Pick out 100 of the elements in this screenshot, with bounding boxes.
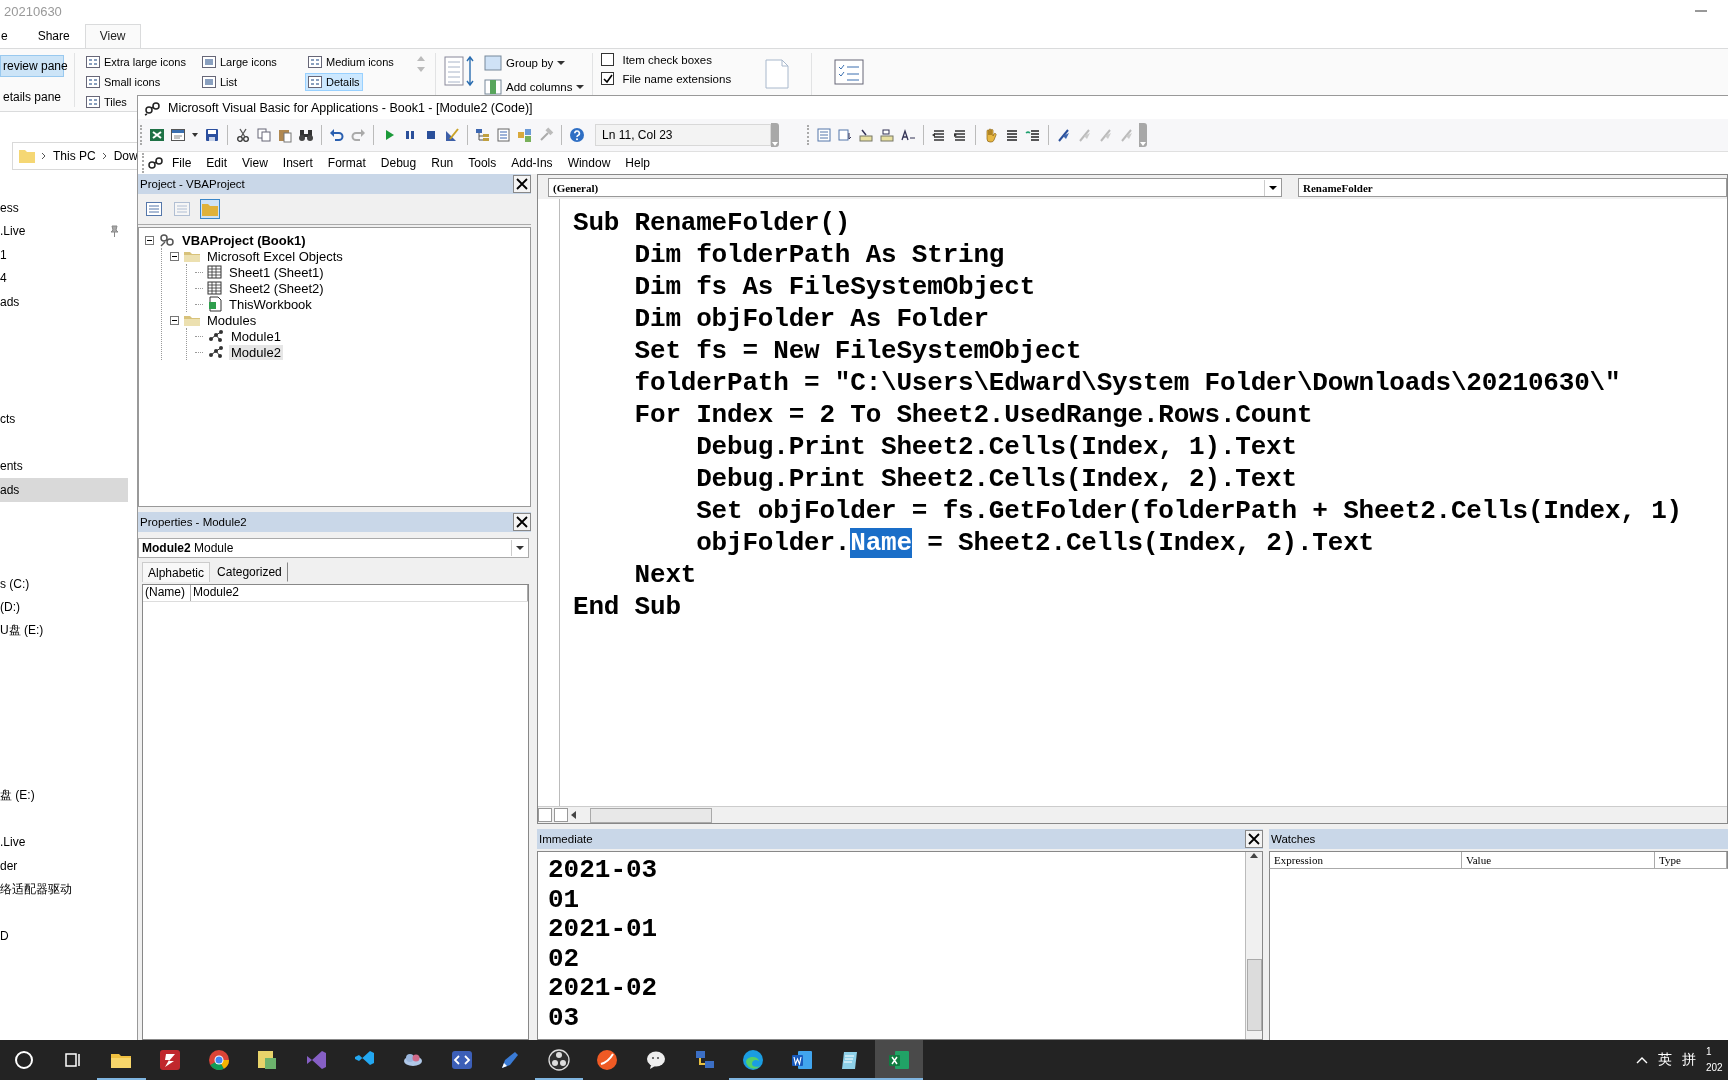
pin-icon[interactable] bbox=[108, 225, 120, 238]
nav-item[interactable]: cts bbox=[0, 407, 128, 431]
property-value[interactable]: Module2 bbox=[191, 585, 528, 601]
layout-option[interactable]: Small icons bbox=[83, 73, 164, 91]
menu-item[interactable]: Tools bbox=[461, 155, 505, 171]
scissors-icon[interactable] bbox=[235, 127, 251, 143]
tree-item[interactable]: Sheet2 (Sheet2) bbox=[227, 280, 326, 296]
tree-item[interactable]: Modules bbox=[205, 312, 259, 328]
menu-item[interactable]: Run bbox=[424, 155, 462, 171]
tree-item[interactable]: Module2 bbox=[229, 344, 283, 360]
nav-item[interactable]: ents bbox=[0, 454, 128, 478]
menu-item[interactable]: Window bbox=[560, 155, 619, 171]
pane-button[interactable]: etails pane bbox=[0, 86, 64, 108]
layout-option[interactable]: Medium icons bbox=[305, 53, 397, 71]
close-button[interactable] bbox=[513, 513, 531, 531]
menu-item[interactable]: View bbox=[235, 155, 276, 171]
caret-icon[interactable] bbox=[576, 84, 585, 90]
layout-option[interactable]: Details bbox=[305, 73, 363, 91]
menu-item[interactable]: Insert bbox=[275, 155, 321, 171]
view-icon[interactable] bbox=[86, 56, 100, 68]
spreadsheet-icon[interactable] bbox=[149, 127, 165, 143]
nav-item[interactable]: 1 bbox=[0, 243, 128, 267]
layout-option[interactable]: Extra large icons bbox=[83, 53, 189, 71]
menu-item[interactable]: Add-Ins bbox=[504, 155, 561, 171]
help-icon[interactable] bbox=[569, 127, 585, 143]
tree-item[interactable]: Module1 bbox=[229, 328, 283, 344]
column-header[interactable]: Value bbox=[1462, 852, 1655, 868]
collapse-icon[interactable] bbox=[170, 251, 179, 261]
view-icon[interactable] bbox=[308, 76, 322, 88]
checkbox[interactable] bbox=[601, 53, 615, 66]
ribbon-tab[interactable]: View bbox=[84, 24, 141, 48]
project-tree-icon[interactable] bbox=[475, 127, 491, 143]
layout-option[interactable]: List bbox=[199, 73, 241, 91]
undo-icon[interactable] bbox=[329, 127, 345, 143]
procedure-dropdown[interactable]: RenameFolder bbox=[1298, 178, 1727, 197]
procedure-view-button[interactable] bbox=[538, 808, 552, 822]
binoculars-icon[interactable] bbox=[298, 127, 314, 143]
list-arrow-icon[interactable] bbox=[837, 127, 853, 143]
menu-item[interactable]: File bbox=[165, 155, 200, 171]
view-icon[interactable] bbox=[308, 56, 322, 68]
boxes-icon[interactable] bbox=[517, 127, 533, 143]
app-icon[interactable] bbox=[147, 155, 165, 171]
scrollbar-thumb[interactable] bbox=[590, 807, 712, 823]
column-header[interactable]: Type bbox=[1655, 852, 1727, 868]
nav-item[interactable]: s (C:) bbox=[0, 572, 128, 596]
nav-item[interactable]: 4 bbox=[0, 266, 128, 290]
columns-icon[interactable] bbox=[484, 79, 502, 95]
column-header[interactable]: Expression bbox=[1270, 852, 1462, 868]
nav-item[interactable]: D bbox=[0, 924, 128, 948]
object-dropdown[interactable]: (General) bbox=[548, 178, 1282, 197]
nav-item[interactable]: ess bbox=[0, 196, 128, 220]
layout-option[interactable]: Tiles bbox=[83, 93, 130, 111]
save-icon[interactable] bbox=[204, 127, 220, 143]
toggle-folders-button[interactable] bbox=[200, 199, 220, 219]
input-method-indicator[interactable]: 英 bbox=[1658, 1051, 1672, 1069]
tree-item[interactable]: Microsoft Excel Objects bbox=[205, 248, 345, 264]
tree-item[interactable]: Sheet1 (Sheet1) bbox=[227, 264, 326, 280]
chevron-icon[interactable] bbox=[41, 152, 47, 160]
indent-icon[interactable] bbox=[952, 127, 968, 143]
nav-item[interactable]: (D:) bbox=[0, 595, 128, 619]
nav-item[interactable]: ads bbox=[0, 478, 128, 502]
ruler-icon[interactable] bbox=[444, 127, 460, 143]
nav-item[interactable]: .Live bbox=[0, 830, 128, 854]
sort-icon[interactable] bbox=[444, 53, 476, 89]
collapse-icon[interactable] bbox=[145, 235, 154, 245]
uncomment-icon[interactable] bbox=[1025, 127, 1041, 143]
menu-item[interactable]: Help bbox=[618, 155, 658, 171]
view-icon[interactable] bbox=[202, 76, 216, 88]
scroll-left-icon[interactable] bbox=[570, 811, 578, 819]
paste-icon[interactable] bbox=[277, 127, 293, 143]
view-icon[interactable] bbox=[86, 96, 100, 108]
flag-icon[interactable] bbox=[1056, 127, 1072, 143]
tree-item[interactable]: ThisWorkbook bbox=[227, 296, 314, 312]
caret-icon[interactable] bbox=[557, 60, 566, 66]
ribbon-tab[interactable]: e bbox=[0, 24, 23, 48]
outdent-icon[interactable] bbox=[931, 127, 947, 143]
view-code-button[interactable] bbox=[144, 199, 164, 219]
close-button[interactable] bbox=[1245, 830, 1263, 848]
copy-icon[interactable] bbox=[256, 127, 272, 143]
clock-text[interactable]: 202 bbox=[1706, 1060, 1723, 1076]
nav-item[interactable]: 盘 (E:) bbox=[0, 783, 128, 807]
layout-option[interactable]: Large icons bbox=[199, 53, 280, 71]
menu-item[interactable]: Edit bbox=[199, 155, 236, 171]
menu-item[interactable]: Format bbox=[320, 155, 374, 171]
input-method-indicator[interactable]: 拼 bbox=[1682, 1051, 1696, 1069]
properties-tab[interactable]: Alphabetic bbox=[142, 562, 211, 582]
chevron-icon[interactable] bbox=[101, 152, 108, 160]
object-dropdown[interactable]: Module2 Module bbox=[138, 538, 529, 558]
nav-item[interactable]: der bbox=[0, 854, 128, 878]
checkbox[interactable] bbox=[601, 72, 615, 85]
tree-item[interactable]: VBAProject (Book1) bbox=[180, 232, 308, 248]
nav-item[interactable]: U盘 (E:) bbox=[0, 619, 128, 643]
collapse-icon[interactable] bbox=[170, 315, 179, 325]
scrollbar-thumb[interactable] bbox=[1246, 959, 1262, 1031]
close-button[interactable] bbox=[513, 175, 531, 193]
view-icon[interactable] bbox=[202, 56, 216, 68]
hand-icon[interactable] bbox=[983, 127, 999, 143]
form-icon[interactable] bbox=[170, 127, 186, 143]
comment-icon[interactable] bbox=[1004, 127, 1020, 143]
nav-item[interactable]: ads bbox=[0, 290, 128, 314]
